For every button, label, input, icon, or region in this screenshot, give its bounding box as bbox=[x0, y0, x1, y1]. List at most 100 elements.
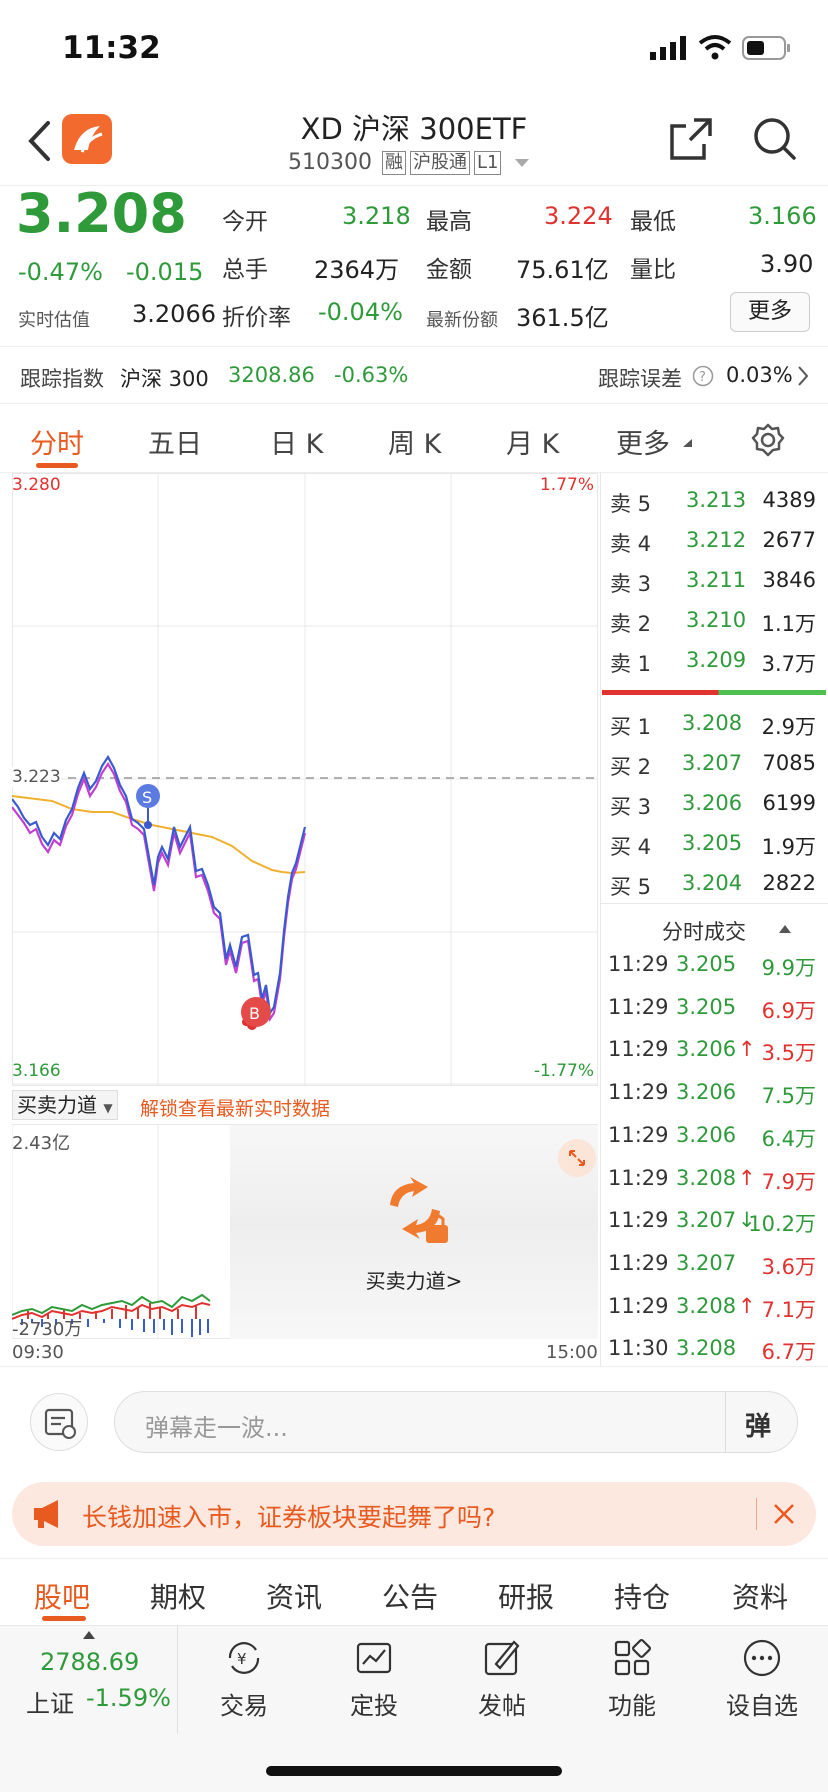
trade-row: 11:29 3.206 ↑ 3.5万 bbox=[602, 1037, 824, 1069]
y-top-label: 3.280 bbox=[12, 475, 61, 495]
ask-row[interactable]: 卖 1 3.209 3.7万 bbox=[602, 648, 824, 680]
tab-intraday[interactable]: 分时 bbox=[30, 422, 84, 461]
trade-time: 11:29 bbox=[608, 1293, 669, 1318]
track-pct: -0.63% bbox=[334, 363, 409, 387]
bid-qty: 1.9万 bbox=[761, 835, 816, 859]
ask-row[interactable]: 卖 2 3.210 1.1万 bbox=[602, 608, 824, 640]
ask-row[interactable]: 卖 3 3.211 3846 bbox=[602, 568, 824, 600]
close-icon[interactable] bbox=[772, 1502, 796, 1526]
search-icon[interactable] bbox=[752, 116, 798, 162]
open-label: 今开 bbox=[222, 209, 268, 235]
last-price: 3.208 bbox=[16, 182, 187, 245]
trades-title[interactable]: 分时成交 bbox=[662, 916, 746, 946]
trade-qty: 6.4万 bbox=[761, 1126, 816, 1151]
force-chart: 2.43亿 -2730万 买卖力道> bbox=[12, 1125, 598, 1340]
comment-bar: 弹幕走一波... 弹 bbox=[0, 1366, 828, 1470]
tab-research[interactable]: 研报 bbox=[498, 1576, 554, 1616]
bid-qty: 7085 bbox=[762, 751, 816, 775]
tab-guba[interactable]: 股吧 bbox=[34, 1576, 90, 1616]
tracking-row[interactable]: 跟踪指数 沪深 300 3208.86 -0.63% 跟踪误差 ? 0.03% bbox=[0, 346, 828, 402]
high-label: 最高 bbox=[426, 209, 472, 235]
ask-row[interactable]: 卖 5 3.213 4389 bbox=[602, 488, 824, 520]
tab-announcements[interactable]: 公告 bbox=[382, 1576, 438, 1616]
change-pct: -0.47% bbox=[18, 258, 103, 286]
sell-marker-text: S bbox=[142, 788, 152, 807]
nav-functions[interactable]: 功能 bbox=[608, 1686, 656, 1721]
ask-price: 3.209 bbox=[686, 648, 747, 672]
tab-news[interactable]: 资讯 bbox=[266, 1576, 322, 1616]
ask-level: 卖 2 bbox=[610, 612, 652, 636]
trade-price: 3.208 bbox=[676, 1336, 737, 1361]
nav-watchlist[interactable]: 设自选 bbox=[726, 1686, 798, 1721]
bid-row[interactable]: 买 1 3.208 2.9万 bbox=[602, 711, 824, 743]
send-danmaku-button[interactable]: 弹 bbox=[745, 1406, 771, 1443]
locked-overlay[interactable]: 买卖力道> bbox=[230, 1125, 598, 1339]
danmaku-icon bbox=[44, 1408, 76, 1439]
tab-week-k[interactable]: 周 K bbox=[388, 422, 441, 461]
trades-divider bbox=[600, 903, 828, 904]
trade-time: 11:29 bbox=[608, 994, 669, 1019]
intraday-chart[interactable]: S B 3.280 1.77% 3.223 3.166 -1.77% bbox=[11, 473, 598, 1085]
tab-profile[interactable]: 资料 bbox=[732, 1576, 788, 1616]
trade-row: 11:29 3.205 9.9万 bbox=[602, 952, 824, 984]
bid-level: 买 2 bbox=[610, 755, 652, 779]
nav-post[interactable]: 发帖 bbox=[478, 1686, 526, 1721]
rt-value: 3.2066 bbox=[132, 300, 216, 328]
rt-label: 实时估值 bbox=[18, 310, 90, 331]
ask-row[interactable]: 卖 4 3.212 2677 bbox=[602, 528, 824, 560]
trade-row: 11:29 3.207 3.6万 bbox=[602, 1251, 824, 1283]
force-select[interactable]: 买卖力道 ▼ bbox=[12, 1090, 118, 1120]
time-start: 09:30 bbox=[12, 1342, 64, 1363]
trade-time: 11:29 bbox=[608, 1122, 669, 1147]
bid-row[interactable]: 买 3 3.206 6199 bbox=[602, 791, 824, 823]
tab-month-k[interactable]: 月 K bbox=[506, 422, 559, 461]
tab-more[interactable]: 更多 bbox=[616, 422, 670, 461]
unlock-link[interactable]: 解锁查看最新实时数据 bbox=[140, 1094, 330, 1121]
bid-level: 买 3 bbox=[610, 795, 652, 819]
tab-five-day[interactable]: 五日 bbox=[148, 422, 202, 461]
trade-qty: 9.9万 bbox=[761, 956, 816, 980]
bid-level: 买 5 bbox=[610, 875, 652, 899]
news-banner[interactable]: 长钱加速入市，证券板块要起舞了吗? bbox=[12, 1482, 816, 1546]
danmaku-toggle[interactable] bbox=[30, 1393, 88, 1451]
trade-arrow: ↑ bbox=[738, 1293, 756, 1318]
tab-day-k[interactable]: 日 K bbox=[270, 422, 323, 461]
ask-qty: 4389 bbox=[762, 488, 816, 512]
bid-price: 3.204 bbox=[682, 871, 743, 895]
bid-row[interactable]: 买 4 3.205 1.9万 bbox=[602, 831, 824, 863]
chevron-right-icon bbox=[798, 366, 809, 386]
trade-icon[interactable]: ¥ bbox=[222, 1636, 266, 1680]
comment-input[interactable]: 弹幕走一波... 弹 bbox=[114, 1391, 798, 1453]
nav-trade[interactable]: 交易 bbox=[220, 1686, 268, 1721]
settings-icon[interactable] bbox=[750, 422, 786, 458]
trade-time: 11:30 bbox=[608, 1336, 669, 1361]
dropdown-icon[interactable] bbox=[513, 157, 531, 169]
bid-row[interactable]: 买 5 3.204 2822 bbox=[602, 871, 824, 903]
index-ticker[interactable]: 2788.69 上证 -1.59% bbox=[0, 1626, 178, 1734]
tab-options[interactable]: 期权 bbox=[150, 1576, 206, 1616]
post-icon[interactable] bbox=[480, 1636, 524, 1680]
tab-holdings[interactable]: 持仓 bbox=[614, 1576, 670, 1616]
svg-text:?: ? bbox=[699, 370, 706, 385]
nav-auto-invest[interactable]: 定投 bbox=[350, 1686, 398, 1721]
bid-row[interactable]: 买 2 3.207 7085 bbox=[602, 751, 824, 783]
index-pct: -1.59% bbox=[86, 1684, 171, 1712]
trade-row: 11:30 3.208 6.7万 bbox=[602, 1336, 824, 1368]
more-button[interactable]: 更多 bbox=[730, 292, 810, 332]
trade-row: 11:29 3.208 ↑ 7.1万 bbox=[602, 1294, 824, 1326]
watchlist-icon[interactable] bbox=[740, 1636, 784, 1680]
force-bottom-label: -2730万 bbox=[12, 1319, 83, 1340]
ask-qty: 1.1万 bbox=[761, 612, 816, 636]
help-icon[interactable]: ? bbox=[692, 365, 714, 387]
bid-level: 买 1 bbox=[610, 715, 652, 739]
trade-arrow: ↑ bbox=[738, 1037, 756, 1062]
share-icon[interactable] bbox=[668, 116, 714, 162]
track-label: 跟踪指数 bbox=[20, 367, 104, 391]
functions-icon[interactable] bbox=[610, 1636, 654, 1680]
expand-button[interactable] bbox=[558, 1139, 596, 1177]
vol-value: 2364万 bbox=[314, 256, 400, 284]
trade-qty: 7.1万 bbox=[761, 1297, 816, 1322]
ref-price-label: 3.223 bbox=[12, 767, 61, 787]
banner-divider bbox=[756, 1498, 757, 1530]
auto-invest-icon[interactable] bbox=[352, 1636, 396, 1680]
